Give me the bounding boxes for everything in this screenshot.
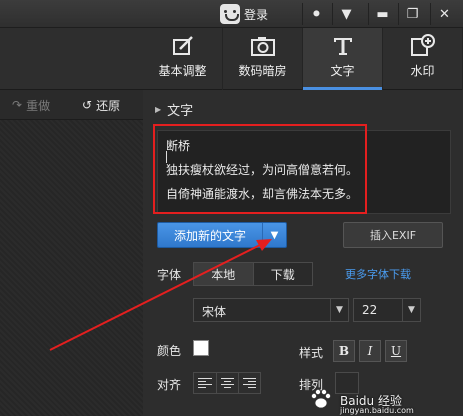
font-family-select[interactable]: 宋体 ▼ bbox=[193, 298, 349, 322]
restore-icon: ❐ bbox=[406, 6, 419, 22]
camera-icon bbox=[250, 34, 276, 58]
restore-label: 还原 bbox=[96, 98, 121, 113]
feature-tabs: 基本调整 数码暗房 文字 水印 bbox=[143, 28, 463, 90]
close-icon: ✕ bbox=[439, 6, 450, 22]
section-title-label: 文字 bbox=[167, 104, 194, 119]
left-panel: ↷ 重做 ↺ 还原 bbox=[0, 28, 143, 416]
redo-label: 重做 bbox=[26, 98, 51, 113]
align-left-icon[interactable] bbox=[194, 373, 216, 393]
font-source-tabs: 本地 下载 bbox=[193, 262, 313, 286]
collapse-arrow-icon[interactable]: ▶ bbox=[155, 105, 161, 114]
align-label: 对齐 bbox=[157, 378, 182, 392]
canvas-area bbox=[0, 120, 143, 416]
watermark-icon bbox=[410, 34, 436, 58]
font-size-value: 22 bbox=[362, 303, 378, 317]
chevron-down-icon: ▼ bbox=[402, 299, 420, 321]
minimize-button[interactable]: ▬ bbox=[368, 3, 396, 25]
text-icon bbox=[330, 34, 356, 58]
watermark-site: jingyan.baidu.com bbox=[340, 406, 414, 415]
tab-label: 水印 bbox=[410, 64, 435, 78]
font-tab-local[interactable]: 本地 bbox=[194, 263, 254, 285]
add-text-button[interactable]: 添加新的文字 ▼ bbox=[157, 222, 287, 248]
title-bar: 登录 ⚫ ▼ ▬ ❐ ✕ bbox=[0, 0, 463, 28]
baidu-watermark: Baidu 经验 jingyan.baidu.com bbox=[300, 372, 460, 416]
redo-button[interactable]: ↷ 重做 bbox=[12, 96, 50, 114]
section-title: ▶ 文字 bbox=[155, 100, 193, 119]
restore-original-button[interactable]: ↺ 还原 bbox=[82, 96, 120, 114]
tab-label: 基本调整 bbox=[158, 64, 207, 78]
align-center-icon[interactable] bbox=[216, 373, 238, 393]
close-button[interactable]: ✕ bbox=[430, 3, 458, 25]
font-size-select[interactable]: 22 ▼ bbox=[353, 298, 421, 322]
smiley-icon bbox=[220, 4, 240, 24]
red-highlight-box bbox=[153, 124, 367, 214]
skin-icon: ⚫ bbox=[311, 6, 322, 22]
text-panel: ▶ 文字 断桥 独扶瘦杖欲经过，为问高僧意若何。 自倚神通能渡水，却言佛法本无多… bbox=[143, 90, 463, 416]
baidu-paw-icon bbox=[311, 389, 331, 409]
style-label: 样式 bbox=[299, 346, 324, 360]
add-text-dropdown[interactable]: ▼ bbox=[262, 223, 286, 247]
redo-arrow-icon: ↷ bbox=[12, 98, 23, 112]
skin-button[interactable]: ⚫ bbox=[302, 3, 330, 25]
login-label: 登录 bbox=[244, 7, 269, 22]
minimize-icon: ▬ bbox=[376, 6, 389, 22]
font-family-value: 宋体 bbox=[202, 305, 227, 319]
bold-button[interactable]: B bbox=[333, 340, 355, 362]
left-toolbar-area bbox=[0, 28, 143, 90]
more-fonts-link[interactable]: 更多字体下载 bbox=[345, 266, 411, 282]
style-buttons: B I U bbox=[333, 340, 407, 362]
menu-icon: ▼ bbox=[341, 6, 352, 22]
tab-label: 数码暗房 bbox=[238, 64, 287, 78]
main-menu-button[interactable]: ▼ bbox=[332, 3, 360, 25]
history-bar: ↷ 重做 ↺ 还原 bbox=[0, 90, 143, 120]
tab-text[interactable]: 文字 bbox=[303, 28, 383, 90]
font-tab-download[interactable]: 下载 bbox=[253, 263, 312, 285]
align-buttons bbox=[193, 372, 261, 394]
color-label: 颜色 bbox=[157, 344, 182, 358]
chevron-down-icon: ▼ bbox=[270, 229, 279, 241]
restore-arrow-icon: ↺ bbox=[82, 98, 93, 112]
align-right-icon[interactable] bbox=[238, 373, 260, 393]
crop-edit-icon bbox=[170, 34, 196, 58]
font-label: 字体 bbox=[157, 268, 182, 282]
chevron-down-icon: ▼ bbox=[330, 299, 348, 321]
tab-digital-darkroom[interactable]: 数码暗房 bbox=[223, 28, 303, 90]
underline-button[interactable]: U bbox=[385, 340, 407, 362]
color-swatch[interactable] bbox=[193, 340, 209, 356]
restore-button[interactable]: ❐ bbox=[398, 3, 426, 25]
tab-basic-adjust[interactable]: 基本调整 bbox=[143, 28, 223, 90]
insert-exif-button[interactable]: 插入EXIF bbox=[343, 222, 443, 248]
tab-watermark[interactable]: 水印 bbox=[383, 28, 463, 90]
login-button[interactable]: 登录 bbox=[220, 3, 268, 25]
add-text-label: 添加新的文字 bbox=[173, 228, 246, 243]
tab-label: 文字 bbox=[330, 64, 355, 78]
italic-button[interactable]: I bbox=[359, 340, 381, 362]
